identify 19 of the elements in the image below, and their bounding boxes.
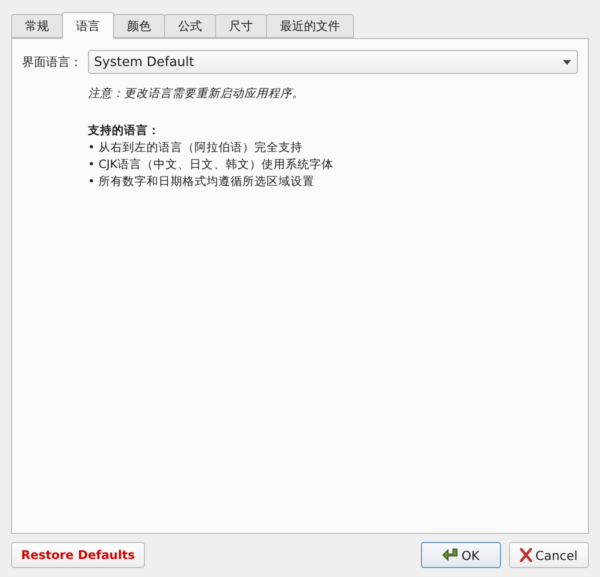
cancel-button[interactable]: Cancel (509, 542, 589, 568)
tab[interactable]: 公式 (164, 14, 216, 38)
return-arrow-icon (442, 548, 458, 562)
ok-button[interactable]: OK (421, 542, 501, 568)
tab[interactable]: 语言 (62, 12, 114, 39)
restore-defaults-button[interactable]: Restore Defaults (11, 542, 145, 568)
field-label: 界面语言： (22, 54, 82, 70)
dropdown-arrow-icon (563, 60, 571, 64)
language-dropdown[interactable]: System Default (88, 50, 578, 74)
list-item: • 所有数字和日期格式均遵循所选区域设置 (88, 173, 316, 190)
tab[interactable]: 尺寸 (215, 14, 267, 38)
cross-icon (520, 548, 532, 562)
tab[interactable]: 常规 (11, 14, 63, 38)
list-item: • 从右到左的语言（阿拉伯语）完全支持 (88, 139, 304, 156)
section-heading: 支持的语言： (88, 122, 161, 139)
tab[interactable]: 最近的文件 (266, 14, 354, 38)
list-item: • CJK语言（中文、日文、韩文）使用系统字体 (88, 156, 334, 173)
restart-note: 注意：更改语言需要重新启动应用程序。 (88, 86, 305, 101)
tab[interactable]: 颜色 (113, 14, 165, 38)
